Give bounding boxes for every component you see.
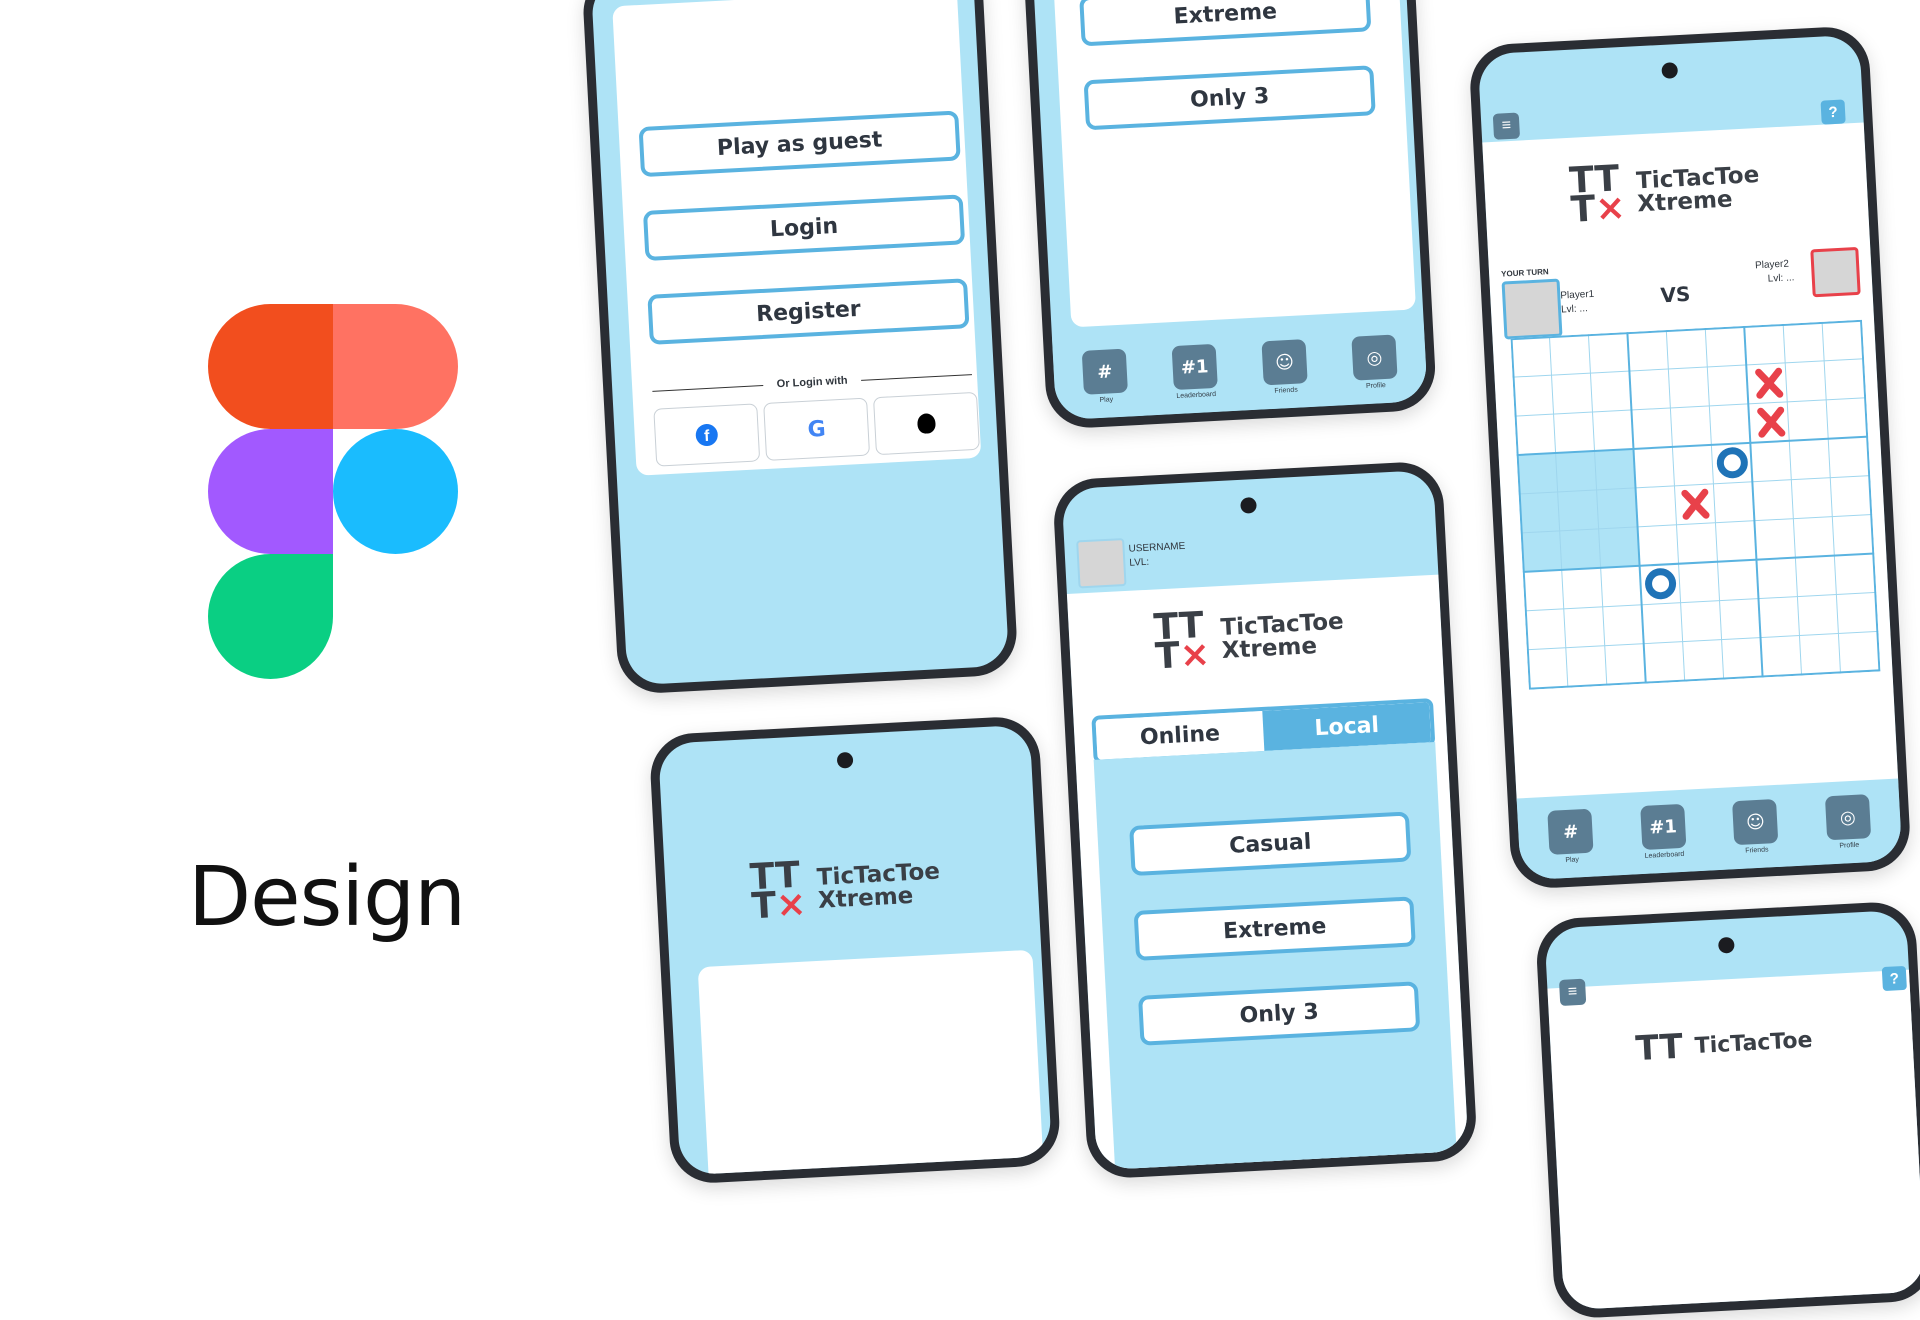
app-logo: TT T× TicTacToe Xtreme [1568, 158, 1762, 230]
brand-line1: TicTacToe [1694, 1027, 1814, 1059]
mark-letter: T [1569, 188, 1597, 231]
ttt-mark: TT [1634, 1026, 1684, 1070]
menu-button[interactable]: ≡ [1558, 978, 1587, 1006]
screen: ≡ ? TT T× TicTacToe Xtreme YOUR TURN Pla… [1477, 34, 1903, 881]
player2-avatar [1810, 246, 1861, 298]
camera [1661, 62, 1679, 79]
figma-logo-salmon-segment [333, 304, 458, 429]
screen: ≡ ? TT TicTacToe [1544, 909, 1920, 1311]
nav-friends[interactable]: ☺ Friends [1261, 339, 1308, 395]
ttt-mark: TT T× [749, 855, 807, 927]
tictactoe-grid-icon: # [1081, 348, 1128, 395]
phone-game-board: ≡ ? TT T× TicTacToe Xtreme YOUR TURN Pla… [1468, 25, 1912, 890]
figma-logo-red-segment [208, 304, 333, 429]
nav-friends[interactable]: ☺ Friends [1732, 798, 1779, 855]
nav-leaderboard[interactable]: #1 Leaderboard [1171, 343, 1219, 400]
leaderboard-icon: #1 [1639, 803, 1687, 851]
profile-icon: ◎ [1351, 334, 1398, 381]
mark-letter: T [750, 884, 778, 928]
screen: Extreme Only 3 # Play #1 Leaderboard ☺ F… [1022, 0, 1428, 421]
screen: T× Play as guest Login Register Or Login… [590, 0, 1010, 686]
camera [1717, 936, 1735, 954]
phone-mode-select-top: Extreme Only 3 # Play #1 Leaderboard ☺ F… [1012, 0, 1438, 430]
nav-play[interactable]: # Play [1081, 348, 1129, 405]
ttt-mark: TT T× [1568, 158, 1626, 230]
divider-line [861, 373, 972, 381]
player1-name: Player1 [1560, 288, 1595, 302]
player1-level: Lvl: ... [1560, 303, 1589, 316]
vs-label: VS [1659, 281, 1691, 308]
game-board[interactable] [1510, 319, 1881, 690]
brand-line2: Xtreme [817, 882, 914, 914]
figma-logo-blue-segment [333, 429, 458, 554]
player1-avatar [1501, 278, 1563, 340]
x-mark-icon: × [775, 883, 808, 926]
nav-label: Leaderboard [1644, 850, 1685, 860]
menu-button[interactable]: ≡ [1492, 112, 1521, 140]
level-text: LVL: [1129, 556, 1150, 569]
username-text: USERNAME [1128, 540, 1186, 555]
help-button[interactable]: ? [1820, 99, 1846, 125]
profile-icon: ◎ [1824, 794, 1871, 841]
nav-play[interactable]: # Play [1547, 808, 1595, 865]
tictactoe-grid-icon: # [1547, 808, 1594, 855]
nav-profile[interactable]: ◎ Profile [1824, 794, 1872, 850]
phone-mode-select: USERNAME LVL: TT T× TicTacToe Xtreme Onl… [1051, 460, 1479, 1180]
google-icon: G [806, 416, 827, 443]
nav-label: Play [1565, 856, 1580, 865]
screen: USERNAME LVL: TT T× TicTacToe Xtreme Onl… [1061, 469, 1469, 1171]
x-mark-icon: × [1594, 186, 1627, 230]
nav-label: Friends [1745, 846, 1769, 855]
figma-logo [208, 304, 458, 679]
leaderboard-icon: #1 [1171, 343, 1218, 391]
nav-label: Friends [1274, 386, 1298, 395]
player2-name: Player2 [1754, 258, 1790, 272]
facebook-icon: f [695, 423, 719, 447]
nav-label: Play [1099, 396, 1114, 404]
brand-line2: Xtreme [1221, 632, 1318, 664]
app-logo: TT T× TicTacToe Xtreme [749, 854, 942, 927]
brand-line2: Xtreme [1636, 186, 1734, 218]
login-card [697, 949, 1048, 1176]
nav-leaderboard[interactable]: #1 Leaderboard [1639, 803, 1687, 860]
nav-label: Profile [1839, 841, 1860, 850]
player2-level: Lvl: ... [1767, 272, 1795, 285]
avatar [1076, 537, 1127, 589]
camera [1240, 497, 1257, 514]
design-label: Design [188, 850, 466, 945]
divider-line [652, 384, 763, 392]
nav-label: Profile [1365, 381, 1387, 391]
figma-logo-green-segment [208, 554, 333, 679]
nav-profile[interactable]: ◎ Profile [1351, 334, 1398, 390]
screen: TT T× TicTacToe Xtreme [657, 724, 1053, 1176]
ttt-mark: TT T× [1153, 605, 1211, 677]
mark-letters: TT [1634, 1026, 1684, 1070]
apple-icon [916, 413, 936, 434]
facebook-login-button[interactable]: f [653, 403, 761, 467]
nav-label: Leaderboard [1176, 390, 1217, 400]
mark-letter: T [1154, 635, 1181, 678]
mode-card [1044, 0, 1417, 328]
add-friend-icon: ☺ [1732, 798, 1779, 846]
apple-login-button[interactable] [873, 391, 980, 456]
figma-logo-purple-segment [208, 429, 333, 554]
camera [836, 751, 854, 769]
google-login-button[interactable]: G [763, 397, 871, 461]
add-friend-icon: ☺ [1261, 339, 1308, 386]
phone-game-board-secondary: ≡ ? TT TicTacToe [1534, 900, 1920, 1320]
phone-login-screen: T× Play as guest Login Register Or Login… [581, 0, 1019, 695]
help-button[interactable]: ? [1881, 965, 1907, 992]
phone-splash-screen: TT T× TicTacToe Xtreme [648, 715, 1062, 1185]
highlight-subgrid [1516, 448, 1640, 572]
x-mark-icon: × [1178, 633, 1212, 677]
bottom-nav: # Play #1 Leaderboard ☺ Friends ◎ Profil… [1052, 318, 1428, 421]
app-logo: TT T× TicTacToe Xtreme [1153, 605, 1346, 677]
game-card [1547, 969, 1920, 1311]
